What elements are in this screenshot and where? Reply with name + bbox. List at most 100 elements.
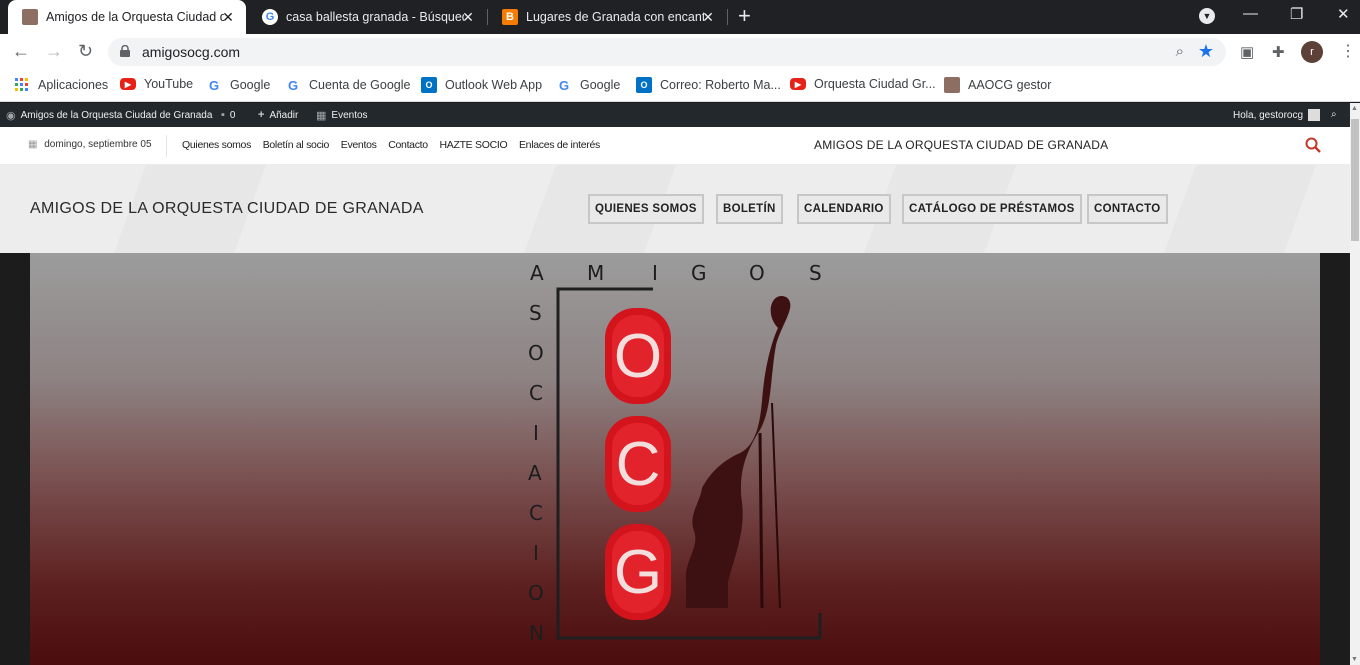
logo-letter: N [529,621,544,641]
bookmark-correo[interactable]: O Correo: Roberto Ma... [636,77,781,93]
date-display: ▦ domingo, septiembre 05 [28,139,152,150]
google-icon: G [208,77,220,93]
logo-letter: C [529,381,543,405]
outlook-icon: O [636,77,652,93]
cast-icon[interactable]: ▣ [1240,43,1254,61]
admin-add-label: Añadir [269,109,299,121]
page-scrollbar[interactable]: ▲ ▼ [1350,103,1360,665]
google-icon: G [287,77,299,93]
logo-letter: G [691,261,707,285]
logo-pill-o: O [605,308,671,404]
site-header: AMIGOS DE LA ORQUESTA CIUDAD DE GRANADA … [0,165,1350,253]
bookmarks-bar: Aplicaciones ▶ YouTube G Google G Cuenta… [0,70,1360,102]
tab-search-icon[interactable]: ▼ [1199,8,1215,24]
close-tab-icon[interactable]: ✕ [220,9,236,25]
top-menu-contacto[interactable]: Contacto [388,139,428,151]
admin-account[interactable]: Hola, gestorocg [1233,109,1321,121]
bookmark-google[interactable]: G Google [206,77,270,93]
divider [166,135,167,157]
blogger-favicon-icon: B [502,9,518,25]
admin-add-new[interactable]: + Añadir [258,109,298,121]
lock-icon [120,45,130,57]
hero-banner: A M I G O S S O C I A C I O N O C G [30,253,1320,665]
bookmark-cuenta-google[interactable]: G Cuenta de Google [285,77,411,93]
site-favicon-icon [22,9,38,25]
tab-amigos[interactable]: Amigos de la Orquesta Ciudad de Granada … [8,0,246,34]
address-bar[interactable]: amigosocg.com ⌕ ★ [108,38,1226,66]
admin-site-link[interactable]: ◉ Amigos de la Orquesta Ciudad de Granad… [6,109,212,122]
bookmark-label: Orquesta Ciudad Gr... [814,77,936,91]
top-bar-title: AMIGOS DE LA ORQUESTA CIUDAD DE GRANADA [814,138,1109,152]
back-icon[interactable]: ← [12,41,30,61]
nav-contacto[interactable]: CONTACTO [1087,194,1168,224]
tab-title: Amigos de la Orquesta Ciudad de Granada [46,10,224,24]
browser-toolbar: ← → ↻ amigosocg.com ⌕ ★ ▣ ✚ r ⋮ [0,34,1360,70]
bookmark-outlook[interactable]: O Outlook Web App [421,77,542,93]
google-icon: G [558,77,570,93]
nav-quienes-somos[interactable]: QUIENES SOMOS [588,194,704,224]
restore-icon[interactable]: ❐ [1290,5,1303,23]
close-tab-icon[interactable]: ✕ [700,9,716,25]
bookmark-aplicaciones[interactable]: Aplicaciones [14,77,108,93]
comment-count: 0 [229,109,236,121]
bookmark-youtube[interactable]: ▶ YouTube [120,77,193,91]
search-icon[interactable] [1304,136,1322,154]
wp-admin-bar: ◉ Amigos de la Orquesta Ciudad de Granad… [0,103,1350,127]
tab-lugares[interactable]: B Lugares de Granada con encanto ✕ [488,0,726,34]
admin-search-icon[interactable]: ⌕ [1331,109,1337,120]
profile-avatar[interactable]: r [1301,41,1323,63]
bookmark-label: Cuenta de Google [309,78,411,92]
tab-separator [727,9,728,25]
tab-title: Lugares de Granada con encanto [526,10,704,24]
logo-pill-c: C [605,416,671,512]
logo-letter: A [530,261,544,285]
top-menu-eventos[interactable]: Eventos [341,139,377,151]
logo-pill-g: G [605,524,671,620]
scroll-down-icon[interactable]: ▼ [1351,656,1358,663]
top-menu-hazte-socio[interactable]: HAZTE SOCIO [439,139,507,151]
site-name[interactable]: AMIGOS DE LA ORQUESTA CIUDAD DE GRANADA [30,200,424,218]
plus-icon: + [258,109,265,121]
apps-grid-icon [15,78,28,91]
admin-events[interactable]: ▦ Eventos [316,109,368,122]
logo-pill-letter: C [612,423,664,505]
reload-icon[interactable]: ↻ [78,41,93,61]
bookmark-label: Google [230,78,271,92]
bookmark-aaocg[interactable]: AAOCG gestor [944,77,1051,93]
bookmark-label: Google [580,78,621,92]
bookmark-orquesta[interactable]: ▶ Orquesta Ciudad Gr... [790,77,936,91]
logo-letter: C [529,501,543,525]
logo-letter: O [749,261,765,285]
zoom-icon[interactable]: ⌕ [1176,43,1184,60]
scrollbar-thumb[interactable] [1351,119,1359,241]
bookmark-label: Correo: Roberto Ma... [660,78,781,92]
top-menu-boletin[interactable]: Boletín al socio [263,139,330,151]
close-tab-icon[interactable]: ✕ [460,9,476,25]
logo-letter: S [529,301,542,325]
bookmark-star-icon[interactable]: ★ [1198,41,1214,62]
top-menu-enlaces[interactable]: Enlaces de interés [519,139,600,151]
top-menu-quienes-somos[interactable]: Quienes somos [182,139,251,151]
logo-letter: I [533,421,539,445]
youtube-icon: ▶ [120,78,136,90]
user-avatar [1308,109,1321,121]
forward-icon[interactable]: → [45,41,63,61]
logo-frame-and-cello [556,287,822,640]
logo-letter: I [652,261,658,285]
nav-boletin[interactable]: BOLETÍN [716,194,783,224]
nav-catalogo-prestamos[interactable]: CATÁLOGO DE PRÉSTAMOS [902,194,1082,224]
tab-google-search[interactable]: G casa ballesta granada - Búsqueda de Go… [248,0,486,34]
admin-comments[interactable]: ▪ 0 [221,109,235,121]
bookmark-google-2[interactable]: G Google [556,77,620,93]
browser-tab-strip: Amigos de la Orquesta Ciudad de Granada … [0,0,1360,34]
new-tab-icon[interactable]: + [738,5,751,27]
scroll-up-icon[interactable]: ▲ [1351,105,1358,112]
url-text: amigosocg.com [142,44,241,60]
menu-kebab-icon[interactable]: ⋮ [1340,41,1356,61]
nav-calendario[interactable]: CALENDARIO [797,194,891,224]
minimize-icon[interactable]: — [1243,5,1258,22]
close-window-icon[interactable]: ✕ [1337,5,1350,23]
extensions-icon[interactable]: ✚ [1272,43,1285,61]
site-icon [944,77,960,93]
logo-pill-letter: O [612,315,664,397]
